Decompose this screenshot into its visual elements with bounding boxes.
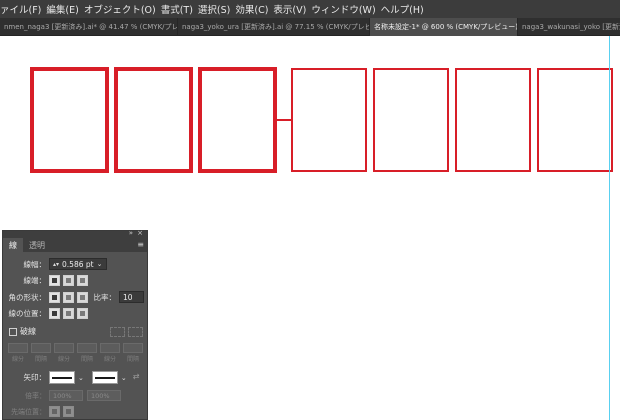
arrow-scale-row: 倍率： 100% 100% xyxy=(3,390,121,401)
align-inside-icon[interactable] xyxy=(63,308,74,319)
chevron-down-icon[interactable]: ⌄ xyxy=(78,374,84,382)
dash-field-1[interactable]: 線分 xyxy=(8,343,28,363)
corner-row: 角の形状： 比率： 10 xyxy=(3,291,144,303)
arrow-tip-icon[interactable] xyxy=(49,406,60,417)
stroke-weight-input[interactable]: ▴▾ 0.586 pt ⌄ xyxy=(49,258,107,270)
arrow-align-label: 先端位置： xyxy=(11,407,46,416)
frame-rectangle-2[interactable] xyxy=(114,67,193,173)
align-label: 線の位置： xyxy=(8,309,47,318)
arrowhead-row: 矢印： ⌄ ⌄ ⇄ xyxy=(3,371,144,384)
stroke-weight-value: 0.586 pt xyxy=(62,259,94,269)
menu-object[interactable]: オブジェクト(O) xyxy=(84,2,161,16)
cap-row: 線端： xyxy=(3,275,91,286)
align-row: 線の位置： xyxy=(3,308,91,319)
start-scale-input[interactable]: 100% xyxy=(49,390,83,401)
menu-view[interactable]: 表示(V) xyxy=(273,2,311,16)
frame-rectangle-6[interactable] xyxy=(455,68,531,172)
corner-miter-icon[interactable] xyxy=(49,291,60,303)
cap-square-icon[interactable] xyxy=(77,275,88,286)
menu-type[interactable]: 書式(T) xyxy=(161,2,198,16)
tab-document-1[interactable]: nmen_naga3 [更新済み].ai* @ 41.47 % (CMYK/プレ… xyxy=(0,18,178,36)
scale-label: 倍率： xyxy=(25,391,46,400)
tab-label: 名称未設定-1* @ 600 % (CMYK/プレビュー) xyxy=(374,23,518,31)
limit-label: 比率： xyxy=(93,292,117,302)
tab-document-2[interactable]: naga3_yoko_ura [更新済み].ai @ 77.15 % (CMYK… xyxy=(178,18,370,36)
align-outside-icon[interactable] xyxy=(77,308,88,319)
tab-transparency[interactable]: 透明 xyxy=(23,238,51,252)
tab-label: naga3_yoko_ura [更新済み].ai @ 77.15 % (CMYK… xyxy=(182,23,370,31)
tab-label: nmen_naga3 [更新済み].ai* @ 41.47 % (CMYK/プレ… xyxy=(4,23,178,31)
dash-gap-grid: 線分 間隔 線分 間隔 線分 間隔 xyxy=(8,343,146,363)
document-tab-bar: nmen_naga3 [更新済み].ai* @ 41.47 % (CMYK/プレ… xyxy=(0,18,620,36)
tab-stroke[interactable]: 線 xyxy=(3,238,23,252)
menu-window[interactable]: ウィンドウ(W) xyxy=(311,2,380,16)
menu-select[interactable]: 選択(S) xyxy=(198,2,235,16)
corner-label: 角の形状： xyxy=(8,292,47,302)
connector-line[interactable] xyxy=(276,119,292,121)
guide-line[interactable] xyxy=(609,36,610,420)
gap-field-2[interactable]: 間隔 xyxy=(77,343,97,363)
arrow-label: 矢印： xyxy=(23,373,47,382)
arrow-end-icon[interactable] xyxy=(63,406,74,417)
swap-arrows-icon[interactable]: ⇄ xyxy=(133,372,144,383)
dash-preserve-icon[interactable] xyxy=(110,326,125,337)
dash-field-2[interactable]: 線分 xyxy=(54,343,74,363)
frame-rectangle-1[interactable] xyxy=(30,67,109,173)
collapse-icon[interactable]: » xyxy=(129,229,133,237)
dashed-row: 破線 xyxy=(3,326,147,337)
end-arrowhead-select[interactable] xyxy=(91,371,118,384)
frame-rectangle-3[interactable] xyxy=(198,67,277,173)
dash-align-icon[interactable] xyxy=(128,326,143,337)
corner-round-icon[interactable] xyxy=(63,291,74,303)
chevron-down-icon[interactable]: ⌄ xyxy=(121,374,127,382)
panel-tabs: 線 透明 ≡ xyxy=(3,238,147,252)
frame-rectangle-5[interactable] xyxy=(373,68,449,172)
cap-round-icon[interactable] xyxy=(63,275,74,286)
close-icon[interactable]: × xyxy=(137,229,143,237)
miter-limit-value: 10 xyxy=(123,292,133,302)
gap-field-1[interactable]: 間隔 xyxy=(31,343,51,363)
menu-help[interactable]: ヘルプ(H) xyxy=(381,2,429,16)
gap-field-3[interactable]: 間隔 xyxy=(123,343,143,363)
menu-edit[interactable]: 編集(E) xyxy=(46,2,83,16)
frame-rectangle-4[interactable] xyxy=(291,68,367,172)
spin-arrows-icon[interactable]: ▴▾ xyxy=(53,261,59,268)
weight-label: 線幅： xyxy=(23,259,47,269)
panel-title-bar[interactable]: » × xyxy=(3,229,147,238)
tab-document-4[interactable]: naga3_wakunasi_yoko [更新済 xyxy=(518,18,620,36)
menu-effect[interactable]: 効果(C) xyxy=(235,2,273,16)
tab-document-3-active[interactable]: 名称未設定-1* @ 600 % (CMYK/プレビュー) × xyxy=(370,18,518,36)
cap-label: 線端： xyxy=(23,276,47,285)
stroke-panel: » × 線 透明 ≡ 線幅： ▴▾ 0.586 pt ⌄ 線端： 角の形状： 比… xyxy=(2,229,148,420)
cap-butt-icon[interactable] xyxy=(49,275,60,286)
chevron-down-icon[interactable]: ⌄ xyxy=(97,260,103,268)
start-arrowhead-select[interactable] xyxy=(49,371,75,384)
tab-label: naga3_wakunasi_yoko [更新済 xyxy=(522,23,620,31)
miter-limit-input[interactable]: 10 xyxy=(119,291,144,303)
end-scale-input[interactable]: 100% xyxy=(87,390,121,401)
align-center-icon[interactable] xyxy=(49,308,60,319)
dashed-checkbox[interactable] xyxy=(9,327,17,336)
corner-bevel-icon[interactable] xyxy=(77,291,88,303)
frame-rectangle-7[interactable] xyxy=(537,68,613,172)
panel-menu-icon[interactable]: ≡ xyxy=(137,240,144,249)
arrow-align-row: 先端位置： xyxy=(3,406,77,417)
dash-field-3[interactable]: 線分 xyxy=(100,343,120,363)
menu-bar: ァイル(F) 編集(E) オブジェクト(O) 書式(T) 選択(S) 効果(C)… xyxy=(0,0,620,18)
dashed-label: 破線 xyxy=(20,327,36,336)
menu-file[interactable]: ァイル(F) xyxy=(0,2,46,16)
stroke-weight-row: 線幅： ▴▾ 0.586 pt ⌄ xyxy=(3,258,107,270)
